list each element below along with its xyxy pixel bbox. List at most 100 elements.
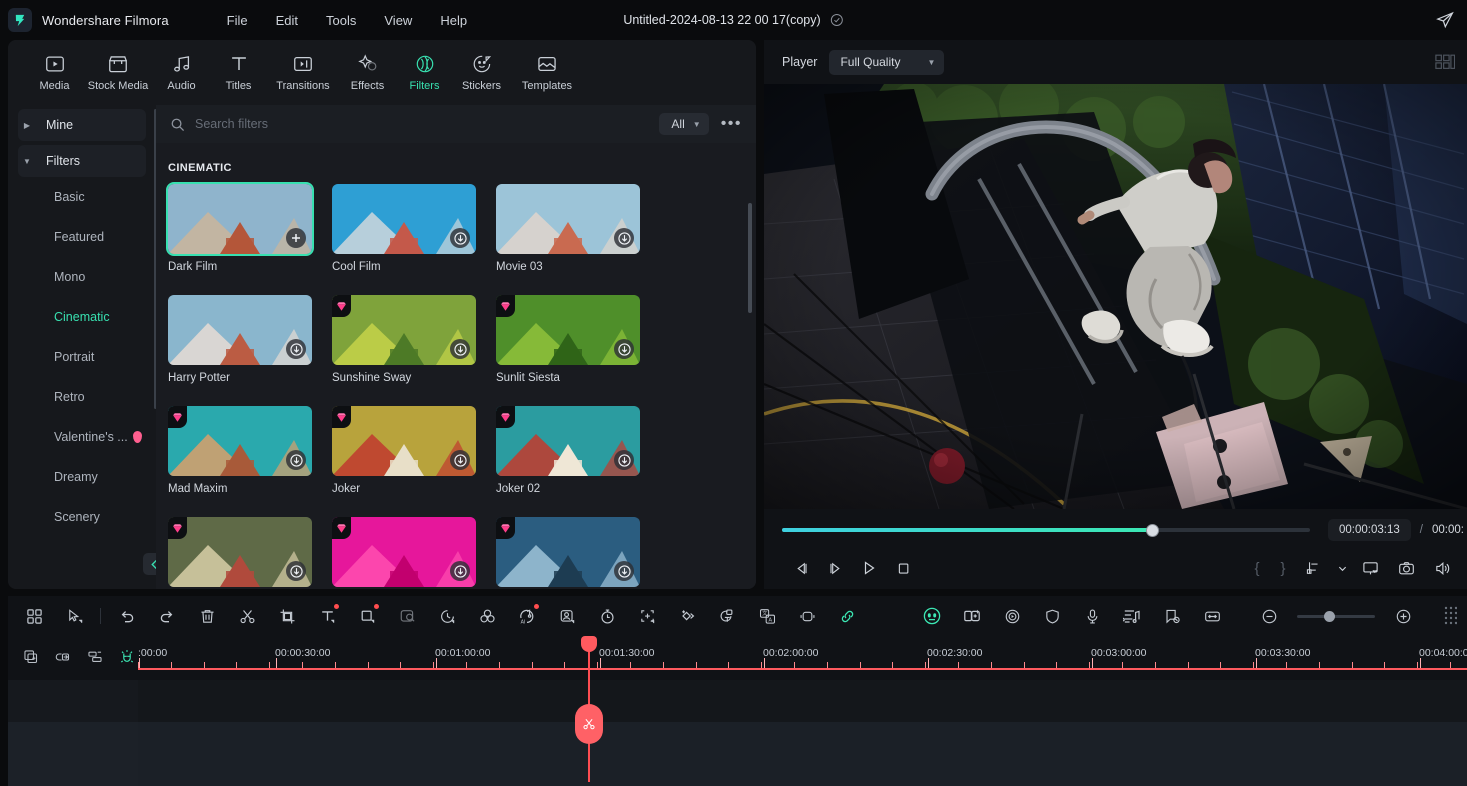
- sidebar-item-mono[interactable]: Mono: [8, 257, 156, 297]
- add-track-button[interactable]: [16, 644, 46, 670]
- next-frame-button[interactable]: [818, 556, 852, 580]
- menu-view[interactable]: View: [372, 9, 424, 32]
- filter-card[interactable]: [496, 517, 640, 587]
- search-input[interactable]: [195, 117, 650, 131]
- timeline-ruler[interactable]: :00:00 00:00:30:00 00:01:00:00 00:01:30:00 0…: [138, 636, 1467, 680]
- layout-switch-button[interactable]: [14, 601, 54, 631]
- keyframe-button[interactable]: [667, 601, 707, 631]
- play-preview-button[interactable]: [992, 601, 1032, 631]
- more-options-button[interactable]: •••: [719, 115, 744, 133]
- stopwatch-button[interactable]: [587, 601, 627, 631]
- sidebar-item-scenery[interactable]: Scenery: [8, 497, 156, 537]
- download-filter-button[interactable]: [286, 561, 306, 581]
- translate-button[interactable]: 文 A: [747, 601, 787, 631]
- select-tool-button[interactable]: [54, 601, 94, 631]
- download-filter-button[interactable]: [614, 339, 634, 359]
- filter-card[interactable]: Sunlit Siesta: [496, 295, 640, 384]
- fullscreen-button[interactable]: [1353, 556, 1387, 580]
- motion-tracking-button[interactable]: [787, 601, 827, 631]
- zoom-in-button[interactable]: [1383, 601, 1423, 631]
- download-filter-button[interactable]: [450, 561, 470, 581]
- download-filter-button[interactable]: [286, 339, 306, 359]
- seek-handle[interactable]: [1145, 523, 1159, 537]
- mark-out-button[interactable]: }: [1271, 560, 1295, 577]
- ribbon-tab-titles[interactable]: Titles: [210, 53, 267, 92]
- auto-caption-button[interactable]: [707, 601, 747, 631]
- menu-help[interactable]: Help: [428, 9, 479, 32]
- split-view-button[interactable]: [1297, 556, 1331, 580]
- green-screen-button[interactable]: [952, 601, 992, 631]
- snapshot-button[interactable]: [1389, 556, 1423, 580]
- color-match-button[interactable]: [467, 601, 507, 631]
- quality-dropdown[interactable]: Full Quality ▼: [829, 49, 945, 75]
- playhead[interactable]: [575, 636, 603, 782]
- filter-card[interactable]: Movie 03: [496, 184, 640, 273]
- text-button[interactable]: [307, 601, 347, 631]
- download-filter-button[interactable]: [614, 450, 634, 470]
- layout-grid-icon[interactable]: [1435, 53, 1455, 71]
- mask-button[interactable]: [387, 601, 427, 631]
- filters-scrollbar[interactable]: [748, 203, 752, 313]
- auto-reframe-button[interactable]: [627, 601, 667, 631]
- redo-button[interactable]: [147, 601, 187, 631]
- current-time[interactable]: 00:00:03:13: [1328, 519, 1411, 541]
- seek-slider[interactable]: [782, 523, 1310, 537]
- filter-card[interactable]: Mad Maxim: [168, 406, 312, 495]
- record-voice-button[interactable]: [1072, 601, 1112, 631]
- sidebar-group-mine[interactable]: ▶ Mine: [18, 109, 146, 141]
- shape-button[interactable]: [347, 601, 387, 631]
- share-send-icon[interactable]: [1435, 10, 1455, 30]
- ribbon-tab-stickers[interactable]: Stickers: [453, 53, 510, 92]
- download-filter-button[interactable]: [450, 228, 470, 248]
- arrange-button[interactable]: [80, 644, 110, 670]
- sidebar-item-featured[interactable]: Featured: [8, 217, 156, 257]
- menu-tools[interactable]: Tools: [314, 9, 368, 32]
- download-filter-button[interactable]: [614, 228, 634, 248]
- delete-button[interactable]: [187, 601, 227, 631]
- link-button[interactable]: [827, 601, 867, 631]
- mark-in-button[interactable]: {: [1245, 560, 1269, 577]
- split-button[interactable]: [227, 601, 267, 631]
- shield-button[interactable]: [1032, 601, 1072, 631]
- fit-timeline-button[interactable]: [1192, 601, 1232, 631]
- marker-button[interactable]: [1152, 601, 1192, 631]
- audio-mixer-button[interactable]: [1112, 601, 1152, 631]
- sidebar-item-cinematic[interactable]: Cinematic: [8, 297, 156, 337]
- grip-dots-icon[interactable]: [1443, 605, 1457, 625]
- add-filter-button[interactable]: [286, 228, 306, 248]
- ai-audio-button[interactable]: AI: [507, 601, 547, 631]
- zoom-out-button[interactable]: [1249, 601, 1289, 631]
- filter-card[interactable]: Dark Film: [166, 182, 314, 273]
- ai-copilot-button[interactable]: [912, 601, 952, 631]
- ribbon-tab-media[interactable]: Media: [26, 53, 83, 92]
- sidebar-item-retro[interactable]: Retro: [8, 377, 156, 417]
- track-lane-main[interactable]: [138, 722, 1467, 786]
- menu-file[interactable]: File: [215, 9, 260, 32]
- group-button[interactable]: [48, 644, 78, 670]
- filter-card[interactable]: Cool Film: [332, 184, 476, 273]
- track-header-main[interactable]: [0, 722, 138, 786]
- sidebar-item-basic[interactable]: Basic: [8, 177, 156, 217]
- prev-frame-button[interactable]: [784, 556, 818, 580]
- filter-card[interactable]: Joker: [332, 406, 476, 495]
- ribbon-tab-filters[interactable]: Filters: [396, 53, 453, 92]
- sidebar-group-filters[interactable]: ▼ Filters: [18, 145, 146, 177]
- filter-card[interactable]: [332, 517, 476, 587]
- split-view-chevron[interactable]: [1333, 556, 1351, 580]
- sidebar-item-dreamy[interactable]: Dreamy: [8, 457, 156, 497]
- ribbon-tab-templates[interactable]: Templates: [510, 53, 584, 92]
- track-lane-video[interactable]: [138, 680, 1467, 722]
- zoom-slider-handle[interactable]: [1324, 610, 1336, 622]
- filter-card[interactable]: Sunshine Sway: [332, 295, 476, 384]
- stop-button[interactable]: [886, 556, 920, 580]
- playhead-split-button[interactable]: [575, 704, 603, 744]
- speed-button[interactable]: [427, 601, 467, 631]
- download-filter-button[interactable]: [614, 561, 634, 581]
- filter-card[interactable]: Joker 02: [496, 406, 640, 495]
- track-header-video[interactable]: [0, 680, 138, 722]
- ai-portrait-button[interactable]: [547, 601, 587, 631]
- ribbon-tab-stock-media[interactable]: Stock Media: [83, 53, 153, 92]
- menu-edit[interactable]: Edit: [264, 9, 310, 32]
- zoom-slider[interactable]: [1297, 610, 1375, 622]
- play-button[interactable]: [852, 556, 886, 580]
